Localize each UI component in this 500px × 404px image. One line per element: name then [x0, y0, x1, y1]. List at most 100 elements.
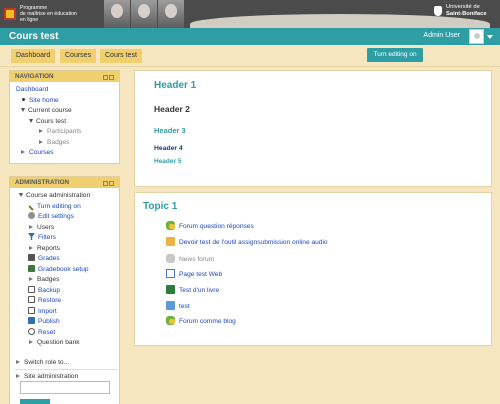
nav-courses-link[interactable]: Courses — [29, 149, 54, 156]
activity-link[interactable]: Devoir test de l'outil assignsubmission … — [179, 239, 328, 246]
admin-search-input[interactable] — [20, 381, 110, 394]
collapse-icon[interactable] — [109, 181, 114, 186]
nav-item-badges[interactable]: Badges — [16, 138, 119, 149]
activity-item[interactable]: Forum comme blog — [166, 316, 236, 328]
activity-item[interactable]: Page test Web — [166, 269, 222, 281]
activity-link[interactable]: Forum comme blog — [179, 318, 236, 325]
nav-item-dashboard[interactable]: Dashboard — [16, 85, 119, 96]
collapsed-icon[interactable] — [39, 139, 43, 144]
switch-role-label[interactable]: Switch role to... — [24, 359, 69, 366]
collapse-icon[interactable] — [109, 75, 114, 80]
topic-title[interactable]: Topic 1 — [143, 201, 177, 212]
admin-item-question-bank[interactable]: Question bank — [16, 338, 119, 349]
admin-item-badges[interactable]: Badges — [16, 275, 119, 286]
collapsed-icon[interactable] — [21, 150, 25, 154]
university-logo[interactable]: Université de Saint-Boniface — [434, 4, 494, 24]
chevron-right-icon — [29, 224, 33, 229]
activity-item[interactable]: Forum question réponses — [166, 221, 254, 233]
nav-dashboard-link[interactable]: Dashboard — [16, 86, 48, 93]
activity-link[interactable]: Test d'un livre — [179, 287, 219, 294]
admin-item-turn-editing-on[interactable]: Turn editing on — [16, 202, 119, 213]
admin-item-label[interactable]: Badges — [37, 276, 59, 283]
dock-icon[interactable] — [103, 75, 108, 80]
nav-item-current-course[interactable]: Current course — [16, 106, 119, 117]
admin-course-admin-label: Course administration — [26, 192, 91, 199]
admin-item-reset[interactable]: Reset — [16, 327, 119, 339]
header-2: Header 2 — [154, 104, 190, 114]
nav-course-label[interactable]: Cours test — [36, 118, 66, 125]
admin-item-grades[interactable]: Grades — [16, 254, 119, 265]
admin-item-label[interactable]: Turn editing on — [37, 203, 81, 210]
admin-item-label[interactable]: Restore — [38, 297, 61, 304]
admin-item-edit-settings[interactable]: Edit settings — [16, 212, 119, 223]
page-icon — [166, 269, 175, 278]
activity-item[interactable]: test — [166, 301, 190, 313]
admin-item-label[interactable]: Reports — [37, 245, 60, 252]
admin-item-restore[interactable]: Restore — [16, 296, 119, 307]
banner-photo-2 — [131, 0, 157, 28]
book-icon — [166, 285, 175, 294]
course-title[interactable]: Cours test — [9, 31, 58, 42]
admin-item-reports[interactable]: Reports — [16, 244, 119, 255]
breadcrumb-course[interactable]: Cours test — [100, 49, 142, 63]
university-logo-line-2: Saint-Boniface — [446, 11, 487, 17]
breadcrumb-courses[interactable]: Courses — [60, 49, 97, 63]
admin-item-gradebook-setup[interactable]: Gradebook setup — [16, 264, 119, 276]
admin-item-publish[interactable]: Publish — [16, 317, 119, 328]
breadcrumb: Dashboard Courses Cours test Turn editin… — [0, 45, 500, 67]
nav-site-home-link[interactable]: Site home — [29, 97, 59, 104]
nav-item-course[interactable]: Cours test — [16, 117, 119, 128]
administration-block-title: ADMINISTRATION — [15, 179, 70, 186]
admin-switch-role[interactable]: Switch role to... — [15, 358, 69, 369]
admin-item-label[interactable]: Users — [37, 224, 54, 231]
admin-item-import[interactable]: Import — [16, 306, 119, 318]
nav-badges-label[interactable]: Badges — [47, 139, 69, 146]
admin-item-label[interactable]: Filters — [38, 234, 56, 241]
program-logo-mark-icon — [4, 8, 16, 20]
user-name[interactable]: Admin User — [423, 32, 460, 39]
admin-item-backup[interactable]: Backup — [16, 285, 119, 297]
activity-link[interactable]: News forum — [179, 256, 214, 263]
admin-search-button[interactable] — [20, 399, 50, 404]
admin-item-label[interactable]: Import — [38, 308, 57, 315]
navigation-tree: Dashboard Site home Current course Cours… — [10, 82, 119, 159]
site-administration-label[interactable]: Site administration — [24, 373, 78, 380]
activity-link[interactable]: test — [179, 303, 190, 310]
nav-item-site-home[interactable]: Site home — [16, 96, 119, 107]
admin-item-label[interactable]: Edit settings — [38, 213, 74, 220]
admin-item-label[interactable]: Backup — [38, 287, 60, 294]
collapsed-icon[interactable] — [39, 129, 43, 133]
activity-link[interactable]: Forum question réponses — [179, 223, 254, 230]
block-controls — [102, 179, 115, 186]
activity-link[interactable]: Page test Web — [179, 271, 222, 278]
nav-participants-label[interactable]: Participants — [47, 128, 81, 135]
nav-item-participants[interactable]: Participants — [16, 127, 119, 138]
collapsed-icon[interactable] — [16, 360, 20, 364]
user-menu-chevron-down-icon[interactable] — [487, 35, 493, 39]
expanded-icon[interactable] — [21, 108, 25, 112]
chevron-right-icon — [29, 245, 33, 250]
admin-item-label[interactable]: Question bank — [37, 339, 80, 346]
admin-item-filters[interactable]: Filters — [16, 233, 119, 244]
admin-item-label[interactable]: Reset — [38, 329, 55, 336]
news-forum-icon — [166, 254, 175, 263]
turn-editing-on-button[interactable]: Turn editing on — [367, 48, 423, 62]
expanded-icon[interactable] — [29, 118, 33, 123]
admin-item-users[interactable]: Users — [16, 223, 119, 234]
user-avatar[interactable] — [469, 29, 484, 44]
nav-item-courses[interactable]: Courses — [16, 148, 119, 159]
expanded-icon[interactable] — [19, 193, 23, 197]
nav-current-course-label: Current course — [28, 107, 72, 114]
banner-photo-3 — [158, 0, 184, 28]
activity-item[interactable]: News forum — [166, 254, 214, 266]
admin-item-label[interactable]: Grades — [38, 255, 60, 262]
program-logo[interactable]: Programme de maîtrise en éducation en li… — [4, 3, 102, 25]
dock-icon[interactable] — [103, 181, 108, 186]
admin-course-administration[interactable]: Course administration — [16, 191, 119, 202]
admin-item-label[interactable]: Gradebook setup — [38, 266, 89, 273]
collapsed-icon[interactable] — [16, 374, 20, 378]
activity-item[interactable]: Devoir test de l'outil assignsubmission … — [166, 237, 328, 249]
activity-item[interactable]: Test d'un livre — [166, 285, 219, 297]
breadcrumb-dashboard[interactable]: Dashboard — [11, 49, 56, 63]
admin-item-label[interactable]: Publish — [38, 318, 60, 325]
